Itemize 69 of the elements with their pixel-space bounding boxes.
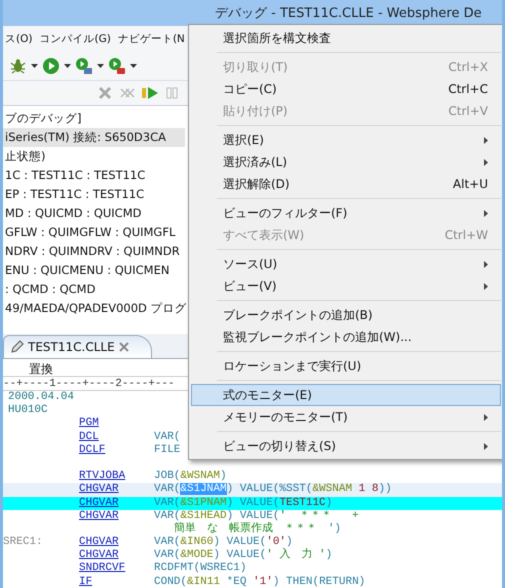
- code-text: 簡単 な 帳票作成 ＊＊＊ '): [172, 522, 342, 536]
- code-text: VAR(&S1PNAM) VALUE(TEST11C): [154, 496, 332, 510]
- edit-mode-label: 置換: [29, 362, 53, 376]
- tree-item[interactable]: 止状態): [3, 147, 185, 166]
- code-text: VAR(&S1HEAD) VALUE(' ＊＊＊ +: [154, 510, 359, 522]
- code-label: HU010C: [7, 404, 48, 416]
- caret-icon[interactable]: [31, 64, 38, 68]
- command-link[interactable]: RTVJOBA: [79, 470, 126, 482]
- close-icon[interactable]: [118, 342, 129, 352]
- menu-item[interactable]: 選択(E): [191, 129, 501, 151]
- command-link[interactable]: SNDRCVF: [79, 562, 126, 574]
- code-text: JOB(&WSNAM): [154, 470, 227, 483]
- command-link[interactable]: CHGVAR: [79, 536, 119, 548]
- run-icon[interactable]: [42, 57, 60, 75]
- command-link[interactable]: CHGVAR: [79, 510, 119, 522]
- bug-icon[interactable]: [9, 57, 27, 75]
- code-text: VAR(: [154, 430, 180, 444]
- menu-item[interactable]: メモリーのモニター(T): [191, 406, 501, 428]
- menu-item[interactable]: 監視ブレークポイントの追加(W)...: [191, 326, 501, 348]
- tree-item[interactable]: ENU : QUICMENU : QUICMEN: [3, 261, 185, 280]
- tree-item[interactable]: iSeries(TM) 接続: S650D3CA: [3, 128, 185, 147]
- code-label: 2000.04.04: [7, 391, 74, 403]
- command-link[interactable]: DCLF: [79, 444, 106, 456]
- tree-item[interactable]: EP : TEST11C : TEST11C: [3, 185, 185, 204]
- menu-item[interactable]: 選択箇所を構文検査: [191, 27, 501, 49]
- menu-item[interactable]: 式のモニター(E): [191, 384, 501, 406]
- command-link[interactable]: DCL: [79, 430, 99, 443]
- window-title: デバッグ - TEST11C.CLLE - Websphere De: [215, 5, 482, 22]
- command-link[interactable]: IF: [79, 576, 92, 588]
- tree-item[interactable]: 49/MAEDA/QPADEV000D プログ: [3, 299, 185, 318]
- code-text: VAR(&S1JNAM) VALUE(%SST(&WSNAM 1 8)): [154, 483, 392, 496]
- menu-item[interactable]: ロケーションまで実行(U): [191, 355, 501, 377]
- menu-item[interactable]: ス(O): [5, 32, 32, 46]
- caret-icon[interactable]: [64, 64, 71, 68]
- run-config-icon[interactable]: [75, 57, 93, 75]
- code-text: VAR(&MODE) VALUE(' 入 力 '): [154, 549, 332, 562]
- code-text: FILE: [154, 444, 180, 457]
- command-link[interactable]: CHGVAR: [79, 483, 119, 496]
- menu-item[interactable]: ビューの切り替え(S): [191, 435, 501, 457]
- editor-tab[interactable]: TEST11C.CLLE: [3, 335, 152, 358]
- run-tool-icon[interactable]: [108, 57, 126, 75]
- menu-item[interactable]: コンパイル(G): [39, 32, 111, 46]
- code-text: RCDFMT(WSREC1): [154, 562, 246, 576]
- menu-item[interactable]: 選択済み(L): [191, 151, 501, 173]
- code-text: COND(&IN11 *EQ '1') THEN(RETURN): [154, 576, 366, 588]
- menu-item[interactable]: ソース(U): [191, 253, 501, 275]
- tree-item[interactable]: GFLW : QUIMGFLW : QUIMGFL: [3, 223, 185, 242]
- code-label: SREC1:: [3, 536, 43, 548]
- tree-item[interactable]: : QCMD : QCMD: [3, 280, 185, 299]
- code-text: VAR(&IN60) VALUE('0'): [154, 536, 293, 548]
- menu-item[interactable]: ブレークポイントの追加(B): [191, 304, 501, 326]
- command-link[interactable]: PGM: [79, 417, 99, 430]
- menu-item[interactable]: ビュー(V): [191, 275, 501, 297]
- menu-item[interactable]: 選択解除(D) Alt+U: [191, 173, 501, 195]
- caret-icon[interactable]: [130, 64, 137, 68]
- menu-item[interactable]: コピー(C) Ctrl+C: [191, 78, 501, 100]
- command-link[interactable]: CHGVAR: [79, 496, 119, 508]
- menu-item[interactable]: ビューのフィルター(F): [191, 202, 501, 224]
- tree-item[interactable]: MD : QUICMD : QUICMD: [3, 204, 185, 223]
- command-link[interactable]: CHGVAR: [79, 549, 119, 562]
- column-ruler: --+----1----+----2----+---: [3, 376, 175, 390]
- caret-icon[interactable]: [97, 64, 104, 68]
- menu-item[interactable]: ナビゲート(N: [118, 32, 185, 46]
- pencil-icon: [10, 340, 24, 354]
- remove-icon[interactable]: [97, 85, 113, 101]
- resume-icon[interactable]: [141, 85, 159, 101]
- tree-item[interactable]: 1C : TEST11C : TEST11C: [3, 166, 185, 185]
- tree-item[interactable]: ブのデバッグ]: [3, 109, 185, 128]
- tree-item[interactable]: NDRV : QUIMNDRV : QUIMNDR: [3, 242, 185, 261]
